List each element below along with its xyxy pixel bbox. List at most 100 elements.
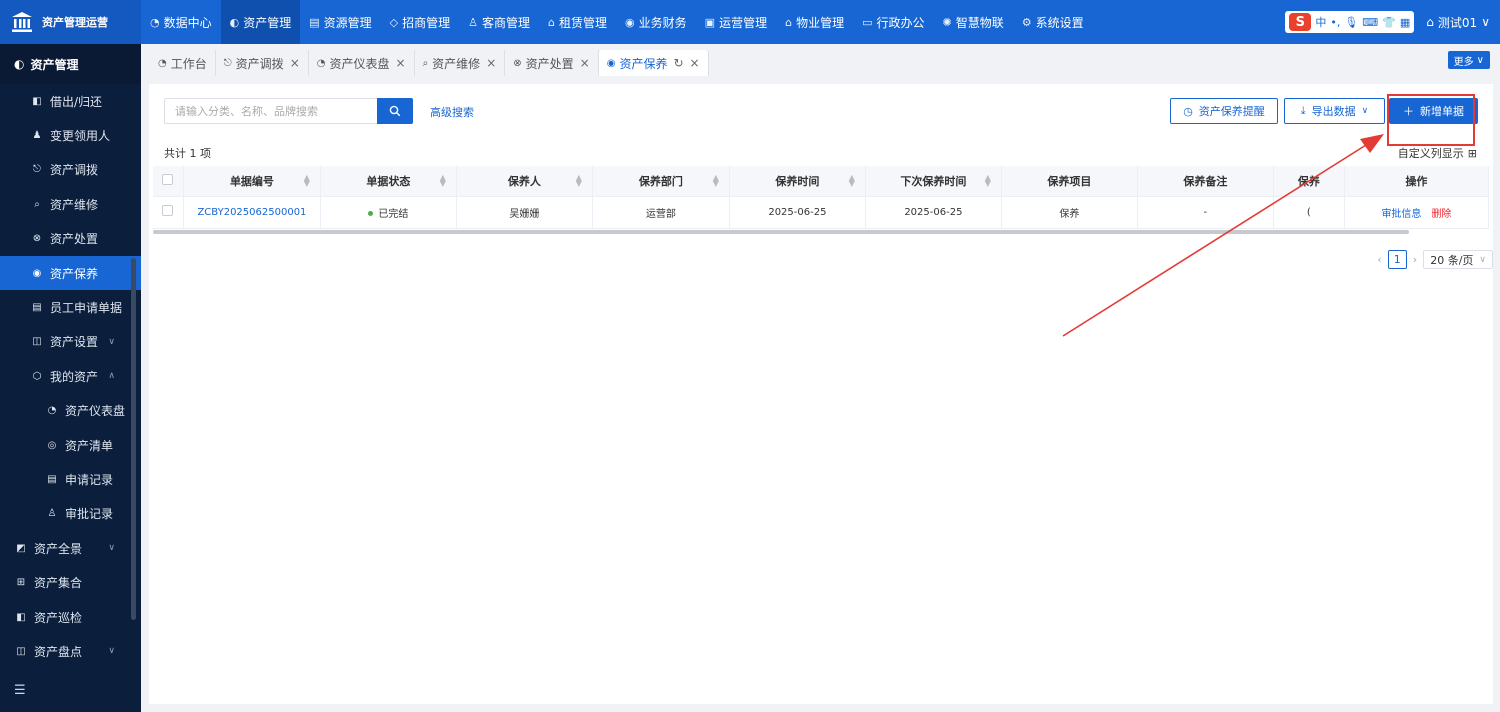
sidebar-header[interactable]: ◐ 资产管理: [0, 44, 141, 84]
sidebar-item-items-6[interactable]: ▤ 员工申请单据: [0, 290, 141, 324]
shirt-icon[interactable]: 👕: [1382, 16, 1396, 29]
tab-icon: ⊗: [513, 57, 522, 69]
sidebar-item-bottom_items-3[interactable]: ◫ 资产盘点 ∨: [0, 634, 141, 668]
sidebar-item-items-3[interactable]: ⌕ 资产维修: [0, 187, 141, 221]
sort-icon[interactable]: ▲ ▼: [985, 174, 991, 188]
page-number[interactable]: 1: [1387, 250, 1407, 269]
add-document-button[interactable]: ＋ 新增单据: [1389, 98, 1478, 124]
nav-item-0[interactable]: ◔ 数据中心: [141, 0, 221, 44]
column-header-label: 保养项目: [1047, 174, 1092, 188]
user-menu[interactable]: ⌂ 测试01 ∨: [1426, 14, 1490, 31]
collapse-menu-icon[interactable]: ☰: [14, 683, 26, 698]
nav-item-5[interactable]: ⌂ 租赁管理: [539, 0, 616, 44]
sidebar-scrollbar[interactable]: [131, 258, 136, 620]
sidebar-icon: ◉: [32, 267, 42, 279]
sidebar-item-bottom_items-0[interactable]: ◩ 资产全景 ∨: [0, 531, 141, 565]
sidebar-icon: ◫: [16, 645, 26, 657]
nav-item-6[interactable]: ◉ 业务财务: [616, 0, 696, 44]
cube-icon: ◐: [14, 57, 25, 71]
sidebar-item-items-1[interactable]: ♟ 变更领用人: [0, 118, 141, 152]
sidebar-item-items-2[interactable]: ⎋ 资产调拨: [0, 153, 141, 187]
microphone-icon[interactable]: 🎙: [1344, 16, 1358, 29]
sort-icon[interactable]: ▲ ▼: [440, 174, 446, 188]
row-checkbox[interactable]: [162, 205, 174, 216]
next-page-icon[interactable]: ›: [1413, 253, 1417, 266]
export-button[interactable]: ⤓ 导出数据 ∨: [1284, 98, 1385, 124]
sidebar-item-sub_items-3[interactable]: ♙ 审批记录: [0, 497, 141, 531]
sidebar-item-items-7[interactable]: ◫ 资产设置 ∨: [0, 325, 141, 359]
nav-item-11[interactable]: ⚙ 系统设置: [1013, 0, 1093, 44]
column-header-label: 保养: [1297, 174, 1320, 188]
keyboard-icon[interactable]: ⌨: [1362, 16, 1378, 29]
brand[interactable]: 资产管理运营: [0, 0, 141, 44]
nav-item-1[interactable]: ◐ 资产管理: [220, 0, 301, 44]
ime-toolbar[interactable]: S 中 •, 🎙 ⌨ 👕 ▦: [1285, 11, 1415, 33]
tab-5[interactable]: ◉ 资产保养 ↻ ×: [598, 50, 709, 76]
sidebar-item-label: 资产保养: [50, 266, 99, 281]
refresh-icon[interactable]: ↻: [673, 56, 683, 70]
tab-2[interactable]: ◔ 资产仪表盘 ×: [308, 50, 415, 76]
more-tabs-button[interactable]: 更多 ∨: [1447, 51, 1490, 69]
reminder-label: 资产保养提醒: [1198, 105, 1265, 118]
maintenance-reminder-button[interactable]: ◷ 资产保养提醒: [1170, 98, 1278, 124]
tab-0[interactable]: ◔ 工作台: [150, 50, 216, 76]
download-icon: ⤓: [1300, 104, 1306, 117]
sidebar-item-label: 员工申请单据: [50, 301, 123, 316]
close-icon[interactable]: ×: [290, 56, 300, 70]
delete-link[interactable]: 删除: [1431, 209, 1451, 220]
tab-3[interactable]: ⌕ 资产维修 ×: [414, 50, 506, 76]
tab-label: 资产保养: [619, 56, 668, 71]
approval-info-link[interactable]: 审批信息: [1381, 209, 1421, 220]
nav-icon: ◇: [389, 15, 399, 29]
table-row: ZCBY2025062500001 已完结 吴姗姗 运营部 2025-06-25 2025…: [153, 196, 1490, 229]
search-input[interactable]: 请输入分类、名称、品牌搜索: [164, 98, 378, 124]
prev-page-icon[interactable]: ‹: [1377, 253, 1381, 266]
select-all-checkbox[interactable]: [162, 173, 174, 185]
sidebar-icon: ◎: [47, 439, 57, 451]
nav-item-9[interactable]: ▭ 行政办公: [853, 0, 933, 44]
nav-item-3[interactable]: ◇ 招商管理: [381, 0, 459, 44]
grid-icon[interactable]: ▦: [1400, 16, 1410, 29]
sidebar-item-items-8[interactable]: ⬡ 我的资产 ∧: [0, 359, 141, 393]
nav-item-10[interactable]: ✺ 智慧物联: [934, 0, 1013, 44]
close-icon[interactable]: ×: [690, 56, 700, 70]
sidebar-item-bottom_items-2[interactable]: ◧ 资产巡检: [0, 600, 141, 634]
sidebar-item-label: 资产巡检: [34, 610, 83, 625]
nav-icon: ◔: [150, 15, 160, 29]
close-icon[interactable]: ×: [396, 56, 406, 70]
custom-columns-button[interactable]: 自定义列显示 ⊞: [1398, 145, 1477, 161]
document-code-link-text[interactable]: ZCBY2025062500001: [197, 207, 306, 218]
sidebar-item-items-0[interactable]: ◧ 借出/归还: [0, 84, 141, 118]
advanced-search-link[interactable]: 高级搜索: [430, 104, 474, 120]
sidebar-item-items-5[interactable]: ◉ 资产保养: [0, 255, 141, 291]
ime-mode[interactable]: 中: [1315, 14, 1326, 30]
search-button[interactable]: [377, 98, 413, 124]
sidebar-icon: ♟: [32, 130, 42, 142]
nav-item-4[interactable]: ♙ 客商管理: [459, 0, 539, 44]
close-icon[interactable]: ×: [486, 56, 496, 70]
sidebar-item-sub_items-2[interactable]: ▤ 申请记录: [0, 462, 141, 496]
horizontal-scrollbar[interactable]: [153, 230, 1409, 234]
ime-punct[interactable]: •,: [1330, 16, 1340, 29]
nav-icon: ⌂: [785, 15, 793, 29]
nav-item-7[interactable]: ▣ 运营管理: [696, 0, 776, 44]
table-header-row: 单据编号 ▲ ▼ 单据状态 ▲ ▼ 保养人 ▲ ▼ 保养部门 ▲ ▼ 保养时间 ▲ ▼ 下次保养时间 ▲ ▼ 保养项…: [153, 166, 1490, 197]
close-icon[interactable]: ×: [580, 56, 590, 70]
sidebar-item-sub_items-0[interactable]: ◔ 资产仪表盘: [0, 394, 141, 428]
sidebar-item-label: 借出/归还: [50, 94, 103, 109]
sidebar-item-items-4[interactable]: ⊗ 资产处置: [0, 222, 141, 256]
page-size-select[interactable]: 20 条/页 ∨: [1423, 250, 1493, 269]
tab-4[interactable]: ⊗ 资产处置 ×: [505, 50, 599, 76]
item-cell: 保养: [1001, 196, 1138, 229]
chevron-down-icon: ∨: [1476, 54, 1484, 66]
tab-1[interactable]: ⎋ 资产调拨 ×: [215, 50, 309, 76]
sort-icon[interactable]: ▲ ▼: [304, 174, 310, 188]
nav-item-8[interactable]: ⌂ 物业管理: [776, 0, 853, 44]
sort-icon[interactable]: ▲ ▼: [849, 174, 855, 188]
sort-icon[interactable]: ▲ ▼: [713, 174, 719, 188]
sidebar-item-bottom_items-1[interactable]: ⊞ 资产集合: [0, 565, 141, 599]
sort-icon[interactable]: ▲ ▼: [576, 174, 582, 188]
sidebar-item-sub_items-1[interactable]: ◎ 资产清单: [0, 428, 141, 462]
nav-item-2[interactable]: ▤ 资源管理: [300, 0, 380, 44]
column-header-label: 保养时间: [775, 174, 820, 188]
